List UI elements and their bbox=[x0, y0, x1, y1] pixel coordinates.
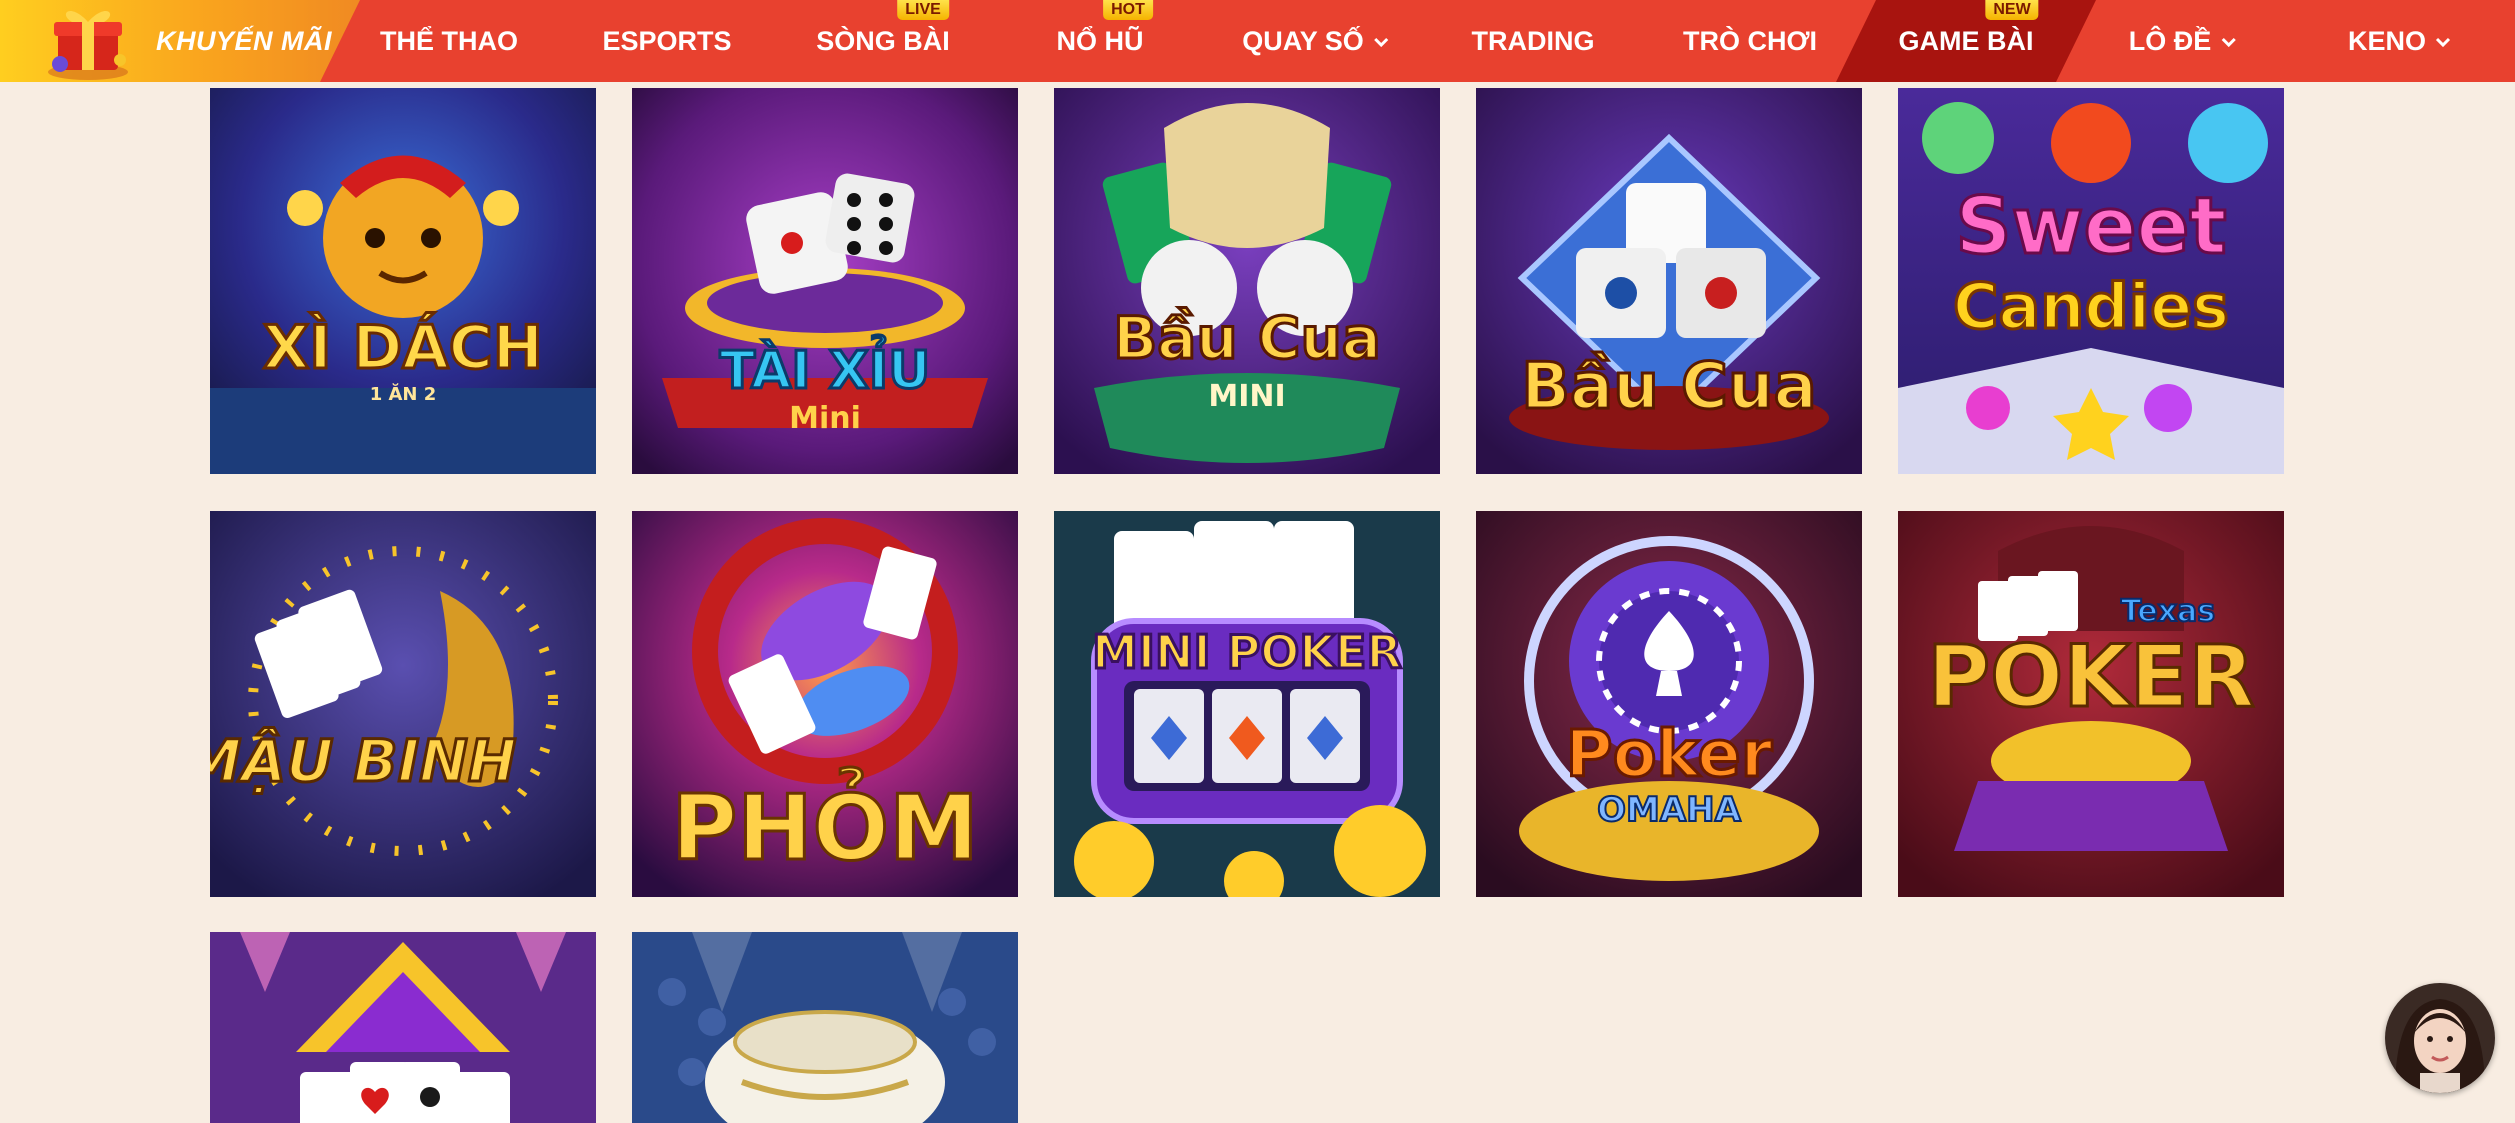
nav-item-quay-so[interactable]: QUAY SỐ bbox=[1242, 0, 1390, 82]
game-tile-xoc-dia[interactable] bbox=[632, 932, 1018, 1123]
game-title: TÀI XỈU bbox=[720, 335, 931, 401]
game-title: Sweet bbox=[1955, 182, 2226, 272]
new-badge: NEW bbox=[1985, 0, 2039, 20]
nav-label: TRADING bbox=[1471, 26, 1595, 56]
game-subtitle: 1 ĂN 2 bbox=[370, 383, 437, 405]
nav-item-lo-de[interactable]: LÔ ĐỀ bbox=[2129, 0, 2238, 82]
game-tile-bau-cua-mini[interactable]: Bầu Cua MINI bbox=[1054, 88, 1440, 474]
gift-box-icon bbox=[40, 0, 136, 82]
tai-xiu-artwork: TÀI XỈU Mini bbox=[632, 88, 1018, 474]
game-tile-mini-poker[interactable]: MINI POKER bbox=[1054, 511, 1440, 897]
nav-item-the-thao[interactable]: THỂ THAO bbox=[380, 0, 518, 82]
nav-label: TRÒ CHƠI bbox=[1682, 26, 1818, 56]
game-title: Bầu Cua bbox=[1113, 304, 1381, 372]
game-subtitle: OMAHA bbox=[1597, 790, 1742, 830]
game-title: PHỎM bbox=[671, 765, 978, 881]
poker-omaha-artwork: Poker OMAHA bbox=[1476, 511, 1862, 897]
support-avatar-icon bbox=[2385, 983, 2495, 1093]
nav-label: QUAY SỐ bbox=[1242, 26, 1364, 56]
game-subtitle: Mini bbox=[789, 401, 861, 436]
phom-artwork: PHỎM bbox=[632, 511, 1018, 897]
nav-item-esports[interactable]: ESPORTS bbox=[602, 0, 731, 82]
sweet-candies-artwork: Sweet Candies bbox=[1898, 88, 2284, 474]
game-tile-tai-xiu-mini[interactable]: TÀI XỈU Mini bbox=[632, 88, 1018, 474]
game-title: POKER bbox=[1927, 627, 2255, 727]
game-tile-sweet-candies[interactable]: Sweet Candies bbox=[1898, 88, 2284, 474]
bau-cua-mini-artwork: Bầu Cua MINI bbox=[1054, 88, 1440, 474]
game-tile-texas-poker[interactable]: POKER Texas bbox=[1898, 511, 2284, 897]
bau-cua-artwork: Bầu Cua bbox=[1476, 88, 1862, 474]
card-game-artwork bbox=[210, 932, 596, 1123]
nav-item-trading[interactable]: TRADING bbox=[1472, 0, 1595, 82]
mini-poker-artwork: MINI POKER bbox=[1054, 511, 1440, 897]
hot-badge: HOT bbox=[1103, 0, 1153, 20]
nav-label: KENO bbox=[2347, 26, 2427, 56]
game-subtitle: Candies bbox=[1953, 270, 2229, 343]
chevron-down-icon bbox=[2435, 37, 2451, 48]
game-title: MẬU BINH bbox=[210, 726, 516, 795]
nav-item-tro-choi[interactable]: TRÒ CHƠI bbox=[1683, 0, 1817, 82]
live-badge: LIVE bbox=[897, 0, 949, 20]
promo-label: KHUYẾN MÃI bbox=[156, 26, 333, 56]
nav-label: ESPORTS bbox=[602, 26, 732, 56]
game-title: Bầu Cua bbox=[1521, 350, 1817, 424]
game-tile-bau-cua[interactable]: Bầu Cua bbox=[1476, 88, 1862, 474]
game-subtitle: Texas bbox=[2121, 594, 2215, 629]
game-title: XÌ DÁCH bbox=[263, 311, 543, 383]
mau-binh-artwork: MẬU BINH bbox=[210, 511, 596, 897]
support-chat-avatar[interactable] bbox=[2385, 983, 2495, 1093]
top-nav: KHUYẾN MÃI THỂ THAO ESPORTS SÒNG BÀI LIV… bbox=[0, 0, 2515, 82]
game-subtitle: MINI bbox=[1208, 379, 1285, 414]
xoc-dia-artwork bbox=[632, 932, 1018, 1123]
nav-label: GAME BÀI bbox=[1898, 26, 2034, 56]
nav-item-keno[interactable]: KENO bbox=[2348, 0, 2452, 82]
chevron-down-icon bbox=[2221, 37, 2236, 48]
xi-dach-artwork: XÌ DÁCH 1 ĂN 2 bbox=[210, 88, 596, 474]
nav-label: THỂ THAO bbox=[380, 26, 518, 56]
promo-tab[interactable]: KHUYẾN MÃI bbox=[0, 0, 360, 82]
game-tile-card-game[interactable] bbox=[210, 932, 596, 1123]
nav-label: SÒNG BÀI bbox=[816, 26, 950, 56]
nav-label: NỔ HŨ bbox=[1056, 26, 1144, 56]
game-title: Poker bbox=[1566, 718, 1773, 792]
chevron-down-icon bbox=[1373, 37, 1388, 48]
nav-label: LÔ ĐỀ bbox=[2128, 26, 2212, 56]
game-tile-xi-dach[interactable]: XÌ DÁCH 1 ĂN 2 bbox=[210, 88, 596, 474]
game-tile-poker-omaha[interactable]: Poker OMAHA bbox=[1476, 511, 1862, 897]
game-tile-phom[interactable]: PHỎM bbox=[632, 511, 1018, 897]
game-title: MINI POKER bbox=[1092, 625, 1402, 679]
texas-poker-artwork: POKER Texas bbox=[1898, 511, 2284, 897]
game-tile-mau-binh[interactable]: MẬU BINH bbox=[210, 511, 596, 897]
